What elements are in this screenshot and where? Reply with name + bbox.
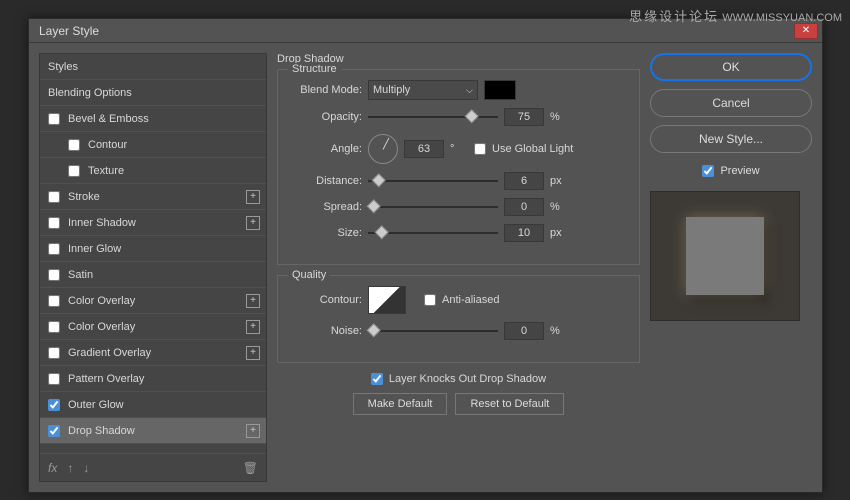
new-style-button[interactable]: New Style... bbox=[650, 125, 812, 153]
size-label: Size: bbox=[290, 227, 362, 239]
distance-unit: px bbox=[550, 175, 568, 187]
angle-input[interactable]: 63 bbox=[404, 140, 444, 158]
structure-legend: Structure bbox=[288, 63, 341, 75]
opacity-input[interactable]: 75 bbox=[504, 108, 544, 126]
watermark: 思缘设计论坛 WWW.MISSYUAN.COM bbox=[629, 6, 842, 25]
opacity-slider[interactable] bbox=[368, 110, 498, 124]
layer-style-dialog: Layer Style ✕ Styles Blending Options Be… bbox=[28, 18, 823, 493]
contour-row[interactable]: Contour bbox=[40, 132, 266, 158]
arrow-down-icon[interactable]: ↓ bbox=[83, 461, 89, 475]
inner-glow-row[interactable]: Inner Glow bbox=[40, 236, 266, 262]
contour-picker[interactable] bbox=[368, 286, 406, 314]
size-unit: px bbox=[550, 227, 568, 239]
noise-unit: % bbox=[550, 325, 568, 337]
preview-label: Preview bbox=[720, 165, 759, 177]
opacity-label: Opacity: bbox=[290, 111, 362, 123]
distance-label: Distance: bbox=[290, 175, 362, 187]
pattern-overlay-row[interactable]: Pattern Overlay bbox=[40, 366, 266, 392]
right-button-panel: OK Cancel New Style... Preview bbox=[650, 53, 812, 482]
plus-icon[interactable]: + bbox=[246, 346, 260, 360]
styles-header[interactable]: Styles bbox=[40, 54, 266, 80]
dialog-title: Layer Style bbox=[33, 24, 794, 38]
plus-icon[interactable]: + bbox=[246, 424, 260, 438]
satin-row[interactable]: Satin bbox=[40, 262, 266, 288]
blending-options-row[interactable]: Blending Options bbox=[40, 80, 266, 106]
plus-icon[interactable]: + bbox=[246, 190, 260, 204]
texture-checkbox[interactable] bbox=[68, 165, 80, 177]
spread-unit: % bbox=[550, 201, 568, 213]
inner-glow-checkbox[interactable] bbox=[48, 243, 60, 255]
color-overlay-row-1[interactable]: Color Overlay+ bbox=[40, 288, 266, 314]
styles-list-panel: Styles Blending Options Bevel & Emboss C… bbox=[39, 53, 267, 482]
noise-slider[interactable] bbox=[368, 324, 498, 338]
stroke-row[interactable]: Stroke+ bbox=[40, 184, 266, 210]
bevel-emboss-row[interactable]: Bevel & Emboss bbox=[40, 106, 266, 132]
spread-label: Spread: bbox=[290, 201, 362, 213]
trash-icon[interactable]: 🗑 bbox=[243, 461, 258, 475]
plus-icon[interactable]: + bbox=[246, 294, 260, 308]
noise-label: Noise: bbox=[290, 325, 362, 337]
use-global-light-label: Use Global Light bbox=[492, 143, 573, 155]
angle-label: Angle: bbox=[290, 143, 362, 155]
spread-input[interactable]: 0 bbox=[504, 198, 544, 216]
plus-icon[interactable]: + bbox=[246, 216, 260, 230]
quality-legend: Quality bbox=[288, 269, 330, 281]
drop-shadow-row[interactable]: Drop Shadow+ bbox=[40, 418, 266, 444]
texture-row[interactable]: Texture bbox=[40, 158, 266, 184]
opacity-unit: % bbox=[550, 111, 568, 123]
preview-thumbnail bbox=[686, 217, 764, 295]
anti-aliased-checkbox[interactable] bbox=[424, 294, 436, 306]
fx-icon[interactable]: fx bbox=[48, 461, 57, 475]
outer-glow-row[interactable]: Outer Glow bbox=[40, 392, 266, 418]
color-overlay-checkbox[interactable] bbox=[48, 295, 60, 307]
bevel-checkbox[interactable] bbox=[48, 113, 60, 125]
color-overlay-checkbox[interactable] bbox=[48, 321, 60, 333]
shadow-color-swatch[interactable] bbox=[484, 80, 516, 100]
size-input[interactable]: 10 bbox=[504, 224, 544, 242]
anti-aliased-label: Anti-aliased bbox=[442, 294, 499, 306]
gradient-overlay-checkbox[interactable] bbox=[48, 347, 60, 359]
inner-shadow-row[interactable]: Inner Shadow+ bbox=[40, 210, 266, 236]
distance-input[interactable]: 6 bbox=[504, 172, 544, 190]
preview-swatch bbox=[650, 191, 800, 321]
knockout-checkbox[interactable] bbox=[371, 373, 383, 385]
arrow-up-icon[interactable]: ↑ bbox=[67, 461, 73, 475]
ok-button[interactable]: OK bbox=[650, 53, 812, 81]
stroke-checkbox[interactable] bbox=[48, 191, 60, 203]
use-global-light-checkbox[interactable] bbox=[474, 143, 486, 155]
satin-checkbox[interactable] bbox=[48, 269, 60, 281]
quality-fieldset: Quality Contour: Anti-aliased Noise: 0 % bbox=[277, 275, 640, 363]
plus-icon[interactable]: + bbox=[246, 320, 260, 334]
make-default-button[interactable]: Make Default bbox=[353, 393, 448, 415]
knockout-label: Layer Knocks Out Drop Shadow bbox=[389, 373, 546, 385]
styles-footer: fx ↑ ↓ 🗑 bbox=[40, 453, 266, 481]
distance-slider[interactable] bbox=[368, 174, 498, 188]
reset-default-button[interactable]: Reset to Default bbox=[455, 393, 564, 415]
angle-dial[interactable] bbox=[368, 134, 398, 164]
angle-unit: ° bbox=[450, 143, 468, 155]
contour-label: Contour: bbox=[290, 294, 362, 306]
cancel-button[interactable]: Cancel bbox=[650, 89, 812, 117]
noise-input[interactable]: 0 bbox=[504, 322, 544, 340]
blend-mode-select[interactable]: Multiply bbox=[368, 80, 478, 100]
outer-glow-checkbox[interactable] bbox=[48, 399, 60, 411]
contour-checkbox[interactable] bbox=[68, 139, 80, 151]
spread-slider[interactable] bbox=[368, 200, 498, 214]
structure-fieldset: Structure Blend Mode: Multiply Opacity: … bbox=[277, 69, 640, 265]
inner-shadow-checkbox[interactable] bbox=[48, 217, 60, 229]
size-slider[interactable] bbox=[368, 226, 498, 240]
preview-checkbox[interactable] bbox=[702, 165, 714, 177]
drop-shadow-checkbox[interactable] bbox=[48, 425, 60, 437]
color-overlay-row-2[interactable]: Color Overlay+ bbox=[40, 314, 266, 340]
blend-mode-label: Blend Mode: bbox=[290, 84, 362, 96]
pattern-overlay-checkbox[interactable] bbox=[48, 373, 60, 385]
gradient-overlay-row[interactable]: Gradient Overlay+ bbox=[40, 340, 266, 366]
settings-panel: Drop Shadow Structure Blend Mode: Multip… bbox=[277, 53, 640, 482]
